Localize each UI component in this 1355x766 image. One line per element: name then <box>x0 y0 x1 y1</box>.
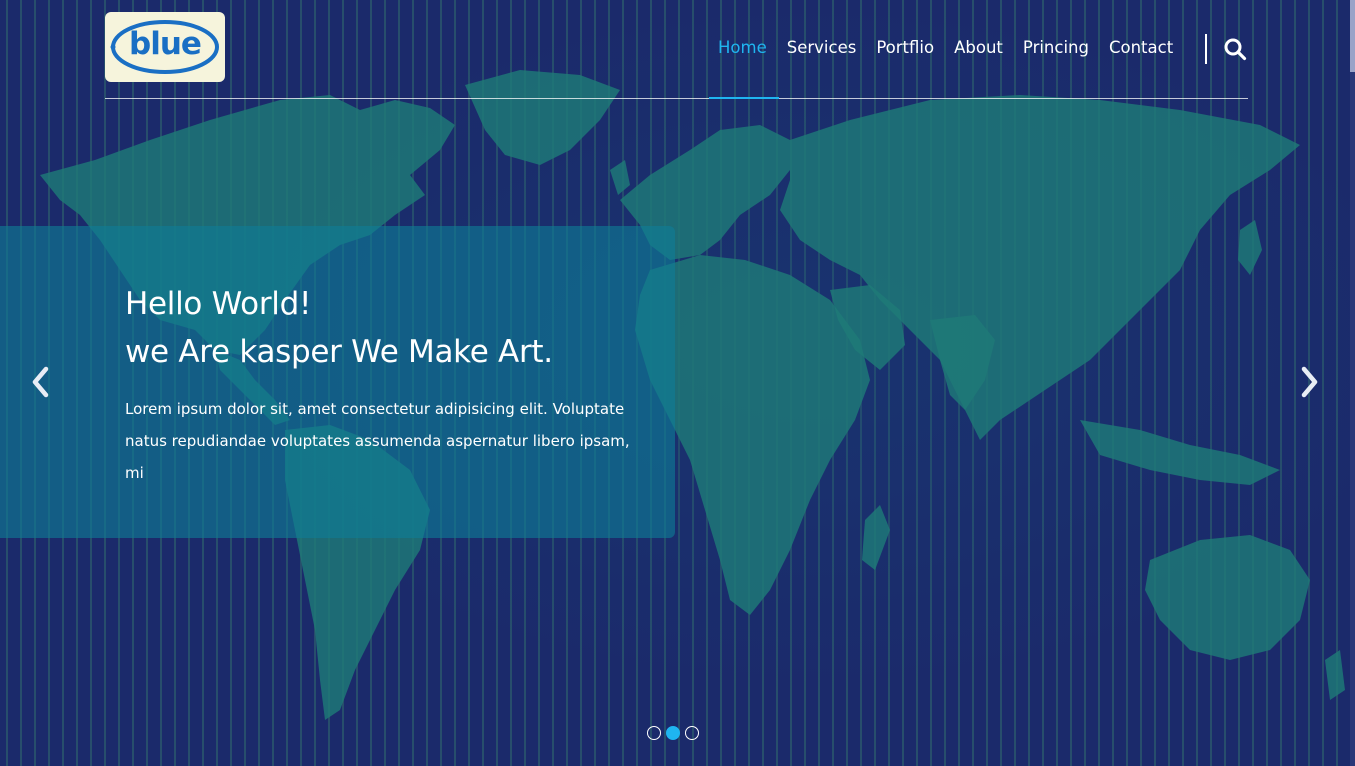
chevron-left-icon <box>32 366 49 398</box>
slide-title-line-1: Hello World! <box>125 286 312 322</box>
slider-pagination <box>647 726 704 740</box>
nav-item-pricing[interactable]: Princing <box>1013 36 1099 62</box>
nav-item-about[interactable]: About <box>944 36 1013 62</box>
slide-content-panel <box>0 226 675 538</box>
slide-title: Hello World! we Are kasper We Make Art. <box>125 280 645 376</box>
slider-dot-3[interactable] <box>685 726 699 740</box>
brand-logo[interactable]: blue <box>105 12 225 82</box>
slider-prev-button[interactable] <box>27 365 55 399</box>
chevron-right-icon <box>1301 366 1318 398</box>
nav-item-portfolio[interactable]: Portflio <box>866 36 944 62</box>
hero-section: blue Home Services Portflio About Princi… <box>0 0 1355 766</box>
main-navigation: Home Services Portflio About Princing Co… <box>708 36 1183 62</box>
nav-item-home[interactable]: Home <box>708 36 777 62</box>
scrollbar-thumb[interactable] <box>1350 0 1355 72</box>
nav-item-services[interactable]: Services <box>777 36 867 62</box>
slider-dot-2[interactable] <box>666 726 680 740</box>
search-icon <box>1224 38 1247 61</box>
search-button[interactable] <box>1223 37 1247 61</box>
page-scrollbar[interactable] <box>1350 0 1355 766</box>
active-nav-indicator <box>709 97 779 99</box>
slide-title-line-2: we Are kasper We Make Art. <box>125 334 553 370</box>
slider-next-button[interactable] <box>1295 365 1323 399</box>
slider-dot-1[interactable] <box>647 726 661 740</box>
slide-description: Lorem ipsum dolor sit, amet consectetur … <box>125 400 630 482</box>
logo-text: blue <box>129 26 202 62</box>
header-underline <box>105 98 1248 99</box>
nav-item-contact[interactable]: Contact <box>1099 36 1183 62</box>
nav-divider <box>1205 34 1207 64</box>
